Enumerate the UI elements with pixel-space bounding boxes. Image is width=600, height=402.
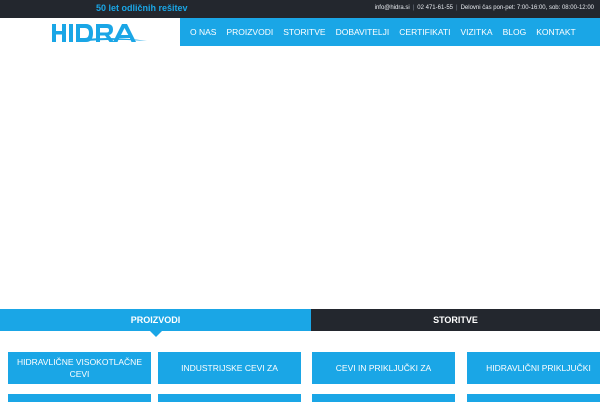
nav-item-storitve[interactable]: STORITVE — [278, 27, 330, 37]
nav-item-certifikati[interactable]: CERTIFIKATI — [394, 27, 455, 37]
section-tabs: PROIZVODI STORITVE — [0, 309, 600, 337]
contact-info: info@hidra.si | 02 471-61-55 | Delovni čas p… — [375, 5, 594, 11]
card-hidravlicne-visokotlacne-cevi[interactable]: HIDRAVLIČNE VISOKOTLAČNE CEVI — [8, 352, 151, 384]
separator: | — [456, 5, 458, 11]
tagline: 50 let odličnih rešitev — [96, 3, 188, 13]
card-image-strip — [8, 394, 151, 402]
nav-item-kontakt[interactable]: KONTAKT — [531, 27, 581, 37]
nav-item-vizitka[interactable]: VIZITKA — [455, 27, 497, 37]
product-cards: HIDRAVLIČNE VISOKOTLAČNE CEVI INDUSTRIJS… — [0, 352, 600, 402]
main-navigation: O NAS PROIZVODI STORITVE DOBAVITELJI CER… — [180, 18, 600, 46]
tab-storitve[interactable]: STORITVE — [311, 309, 600, 331]
card-hidravlicni-prikljucki[interactable]: HIDRAVLIČNI PRIKLJUČKI — [467, 352, 600, 384]
nav-item-blog[interactable]: BLOG — [498, 27, 532, 37]
top-bar: 50 let odličnih rešitev info@hidra.si | 02… — [0, 0, 600, 18]
hidra-logo[interactable] — [52, 23, 148, 43]
nav-item-proizvodi[interactable]: PROIZVODI — [221, 27, 278, 37]
card-image-strip — [312, 394, 455, 402]
phone-number[interactable]: 02 471-61-55 — [417, 5, 453, 11]
working-hours: Delovni čas pon-pet: 7:00-16:00, sob: 08… — [460, 5, 594, 11]
card-image-strip — [158, 394, 301, 402]
tab-proizvodi[interactable]: PROIZVODI — [0, 309, 311, 337]
nav-item-dobavitelji[interactable]: DOBAVITELJI — [331, 27, 395, 37]
card-image-strip — [467, 394, 600, 402]
hero-area — [0, 46, 600, 309]
card-cevi-in-prikljucki[interactable]: CEVI IN PRIKLJUČKI ZA — [312, 352, 455, 384]
nav-item-o-nas[interactable]: O NAS — [180, 27, 221, 37]
card-industrijske-cevi[interactable]: INDUSTRIJSKE CEVI ZA — [158, 352, 301, 384]
email-link[interactable]: info@hidra.si — [375, 5, 410, 11]
